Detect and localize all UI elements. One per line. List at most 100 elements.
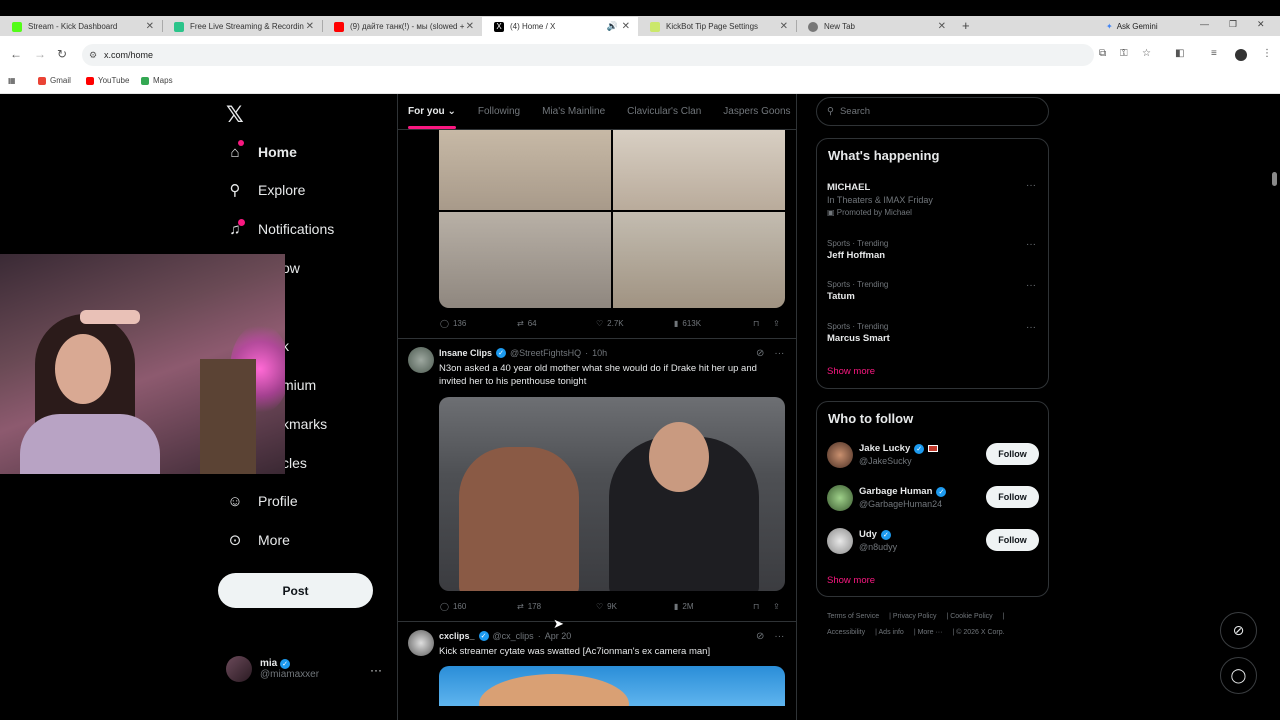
scrollbar[interactable] [1268, 94, 1280, 720]
reload-icon[interactable]: ↻ [57, 47, 67, 61]
avatar[interactable] [408, 630, 434, 656]
trend-item[interactable]: MICHAEL In Theaters & IMAX Friday ▣ Prom… [827, 180, 1042, 217]
forward-arrow-icon[interactable]: → [34, 47, 46, 61]
bookmark-gmail[interactable]: Gmail [38, 76, 71, 85]
like-button[interactable]: ♡ 2.7K [596, 319, 624, 328]
tweet-media-grid[interactable] [439, 130, 785, 308]
tab-streaming[interactable]: Free Live Streaming & Recordin ✕ [162, 17, 322, 36]
tab-x-home[interactable]: X (4) Home / X 🔊 ✕ [482, 17, 638, 36]
footer-link-ads[interactable]: Ads info [879, 629, 904, 636]
avatar[interactable] [827, 528, 853, 554]
bookmark-icon[interactable]: ⊓ [753, 602, 759, 611]
close-icon[interactable]: ✕ [938, 21, 946, 32]
nav-profile[interactable]: ☺ Profile [226, 488, 297, 514]
close-icon[interactable]: ✕ [622, 21, 630, 32]
tweet-time[interactable]: Apr 20 [545, 631, 572, 641]
nav-more[interactable]: ⊙ More [226, 527, 290, 553]
more-dots-icon[interactable]: ··· [1026, 180, 1036, 191]
follow-button[interactable]: Follow [986, 529, 1039, 551]
sidepanel-icon[interactable]: ◧ [1175, 48, 1184, 59]
ask-gemini-button[interactable]: ✦ Ask Gemini [1106, 19, 1158, 34]
tab-for-you[interactable]: For you ⌄ [408, 106, 456, 129]
like-button[interactable]: ♡ 9K [596, 602, 617, 611]
follow-button[interactable]: Follow [986, 443, 1039, 465]
tab-jaspers-goons[interactable]: Jaspers Goons [723, 106, 790, 117]
install-app-icon[interactable]: ⧉ [1099, 48, 1106, 59]
site-info-icon[interactable]: ⚙ [89, 50, 97, 61]
share-icon[interactable]: ⇪ [773, 319, 780, 328]
tab-claviculars-clan[interactable]: Clavicular's Clan [627, 106, 701, 117]
author-handle[interactable]: @cx_clips [493, 631, 534, 641]
tweet-video[interactable] [439, 666, 785, 706]
follow-suggestion[interactable]: Garbage Human ✓ @GarbageHuman24 Follow [827, 485, 1039, 513]
tweet-video[interactable] [439, 397, 785, 591]
author-name[interactable]: Insane Clips [439, 348, 492, 358]
apps-grid-icon[interactable]: ▦ [8, 76, 16, 85]
views-button[interactable]: ▮ 613K [674, 319, 701, 328]
bookmark-icon[interactable]: ⊓ [753, 319, 759, 328]
close-icon[interactable]: ✕ [466, 21, 474, 32]
nav-premium[interactable]: mium [282, 372, 316, 398]
footer-link-privacy[interactable]: Privacy Policy [893, 613, 937, 620]
account-switcher[interactable]: mia ✓ @miamaxxer [226, 656, 319, 682]
media-image[interactable] [613, 130, 785, 210]
trend-item[interactable]: Sports · Trending Jeff Hoffman ··· [827, 239, 1042, 261]
profile-avatar-icon[interactable] [1235, 49, 1247, 61]
trend-item[interactable]: Sports · Trending Tatum ··· [827, 280, 1042, 302]
minimize-icon[interactable]: — [1200, 19, 1209, 29]
nav-explore[interactable]: ⚲ Explore [226, 177, 306, 203]
author-name[interactable]: cxclips_ [439, 631, 475, 641]
grok-icon[interactable]: ⊘ [1220, 612, 1257, 649]
trend-item[interactable]: Sports · Trending Marcus Smart ··· [827, 322, 1042, 344]
bookmark-maps[interactable]: Maps [141, 76, 173, 85]
close-window-icon[interactable]: ✕ [1257, 19, 1265, 30]
search-input[interactable]: ⚲ Search [816, 97, 1049, 126]
tab-youtube[interactable]: (9) дайте танк(!) - мы (slowed + ✕ [322, 17, 482, 36]
grok-icon[interactable]: ⊘ [756, 348, 764, 359]
footer-link-accessibility[interactable]: Accessibility [827, 629, 865, 636]
share-icon[interactable]: ⇪ [773, 602, 780, 611]
tab-kick-dashboard[interactable]: Stream - Kick Dashboard ✕ [0, 17, 162, 36]
nav-home[interactable]: ⌂ Home [226, 139, 296, 165]
tweet-time[interactable]: 10h [592, 348, 607, 358]
repost-button[interactable]: ⇄ 64 [517, 319, 537, 328]
x-logo-icon[interactable]: 𝕏 [226, 103, 244, 128]
repost-button[interactable]: ⇄ 178 [517, 602, 541, 611]
reply-button[interactable]: ◯ 136 [440, 319, 466, 328]
close-icon[interactable]: ✕ [146, 21, 154, 32]
avatar[interactable] [827, 442, 853, 468]
footer-link-more[interactable]: More ··· [918, 629, 943, 636]
show-more-trends-link[interactable]: Show more [827, 366, 875, 377]
avatar[interactable] [408, 347, 434, 373]
back-arrow-icon[interactable]: ← [10, 47, 22, 61]
avatar[interactable] [827, 485, 853, 511]
follow-button[interactable]: Follow [986, 486, 1039, 508]
media-image[interactable] [439, 130, 611, 210]
tab-kickbot[interactable]: KickBot Tip Page Settings ✕ [638, 17, 796, 36]
nav-bookmarks[interactable]: kmarks [282, 411, 327, 437]
grok-icon[interactable]: ⊘ [756, 631, 764, 642]
kebab-menu-icon[interactable]: ⋮ [1262, 48, 1272, 59]
follow-suggestion[interactable]: Jake Lucky ✓ @JakeSucky Follow [827, 442, 1039, 470]
author-handle[interactable]: @StreetFightsHQ [510, 348, 581, 358]
tab-new-tab[interactable]: New Tab ✕ [796, 17, 954, 36]
bookmark-youtube[interactable]: YouTube [86, 76, 129, 85]
more-dots-icon[interactable]: ··· [774, 348, 784, 359]
footer-link-terms[interactable]: Terms of Service [827, 613, 879, 620]
follow-suggestion[interactable]: Udy ✓ @n8udyy Follow [827, 528, 1039, 556]
tab-mias-mainline[interactable]: Mia's Mainline [542, 106, 605, 117]
more-dots-icon[interactable]: ··· [370, 663, 382, 677]
restore-icon[interactable]: ❐ [1229, 19, 1237, 30]
nav-articles[interactable]: cles [282, 450, 307, 476]
more-dots-icon[interactable]: ··· [774, 631, 784, 642]
key-icon[interactable]: ⚿ [1120, 48, 1128, 59]
tab-following[interactable]: Following [478, 106, 520, 117]
more-dots-icon[interactable]: ··· [1026, 322, 1036, 333]
media-image[interactable] [613, 212, 785, 308]
footer-link-cookie[interactable]: Cookie Policy [950, 613, 992, 620]
star-icon[interactable]: ☆ [1142, 48, 1151, 59]
media-controls-icon[interactable]: ≡ [1211, 48, 1217, 59]
views-button[interactable]: ▮ 2M [674, 602, 694, 611]
reply-button[interactable]: ◯ 160 [440, 602, 466, 611]
scrollbar-thumb[interactable] [1272, 172, 1277, 186]
